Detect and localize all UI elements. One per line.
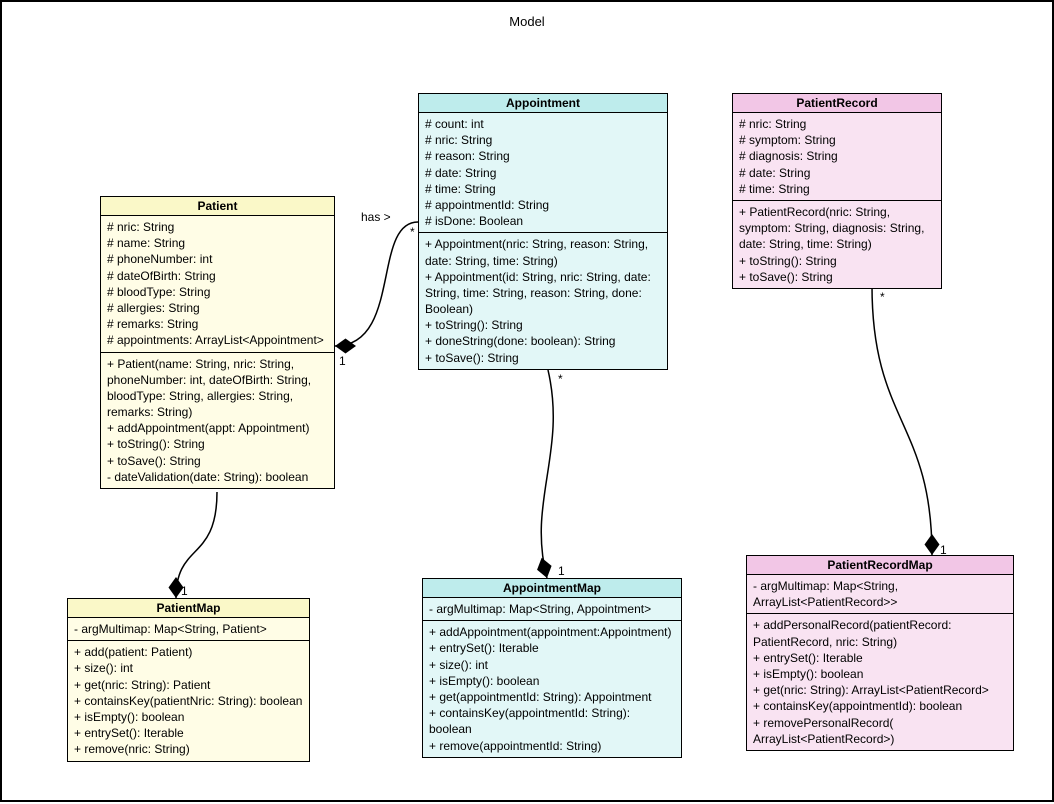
mult-star-1: * <box>410 225 415 239</box>
member-line: # symptom: String <box>739 132 935 148</box>
class-title: PatientRecord <box>733 94 941 113</box>
member-line: + Appointment(nric: String, reason: Stri… <box>425 236 661 268</box>
member-line: # dateOfBirth: String <box>107 268 328 284</box>
member-line: + containsKey(patientNric: String): bool… <box>74 693 303 709</box>
member-line: + toString(): String <box>107 436 328 452</box>
member-line: - argMultimap: Map<String, Patient> <box>74 621 303 637</box>
class-title: Patient <box>101 197 334 216</box>
class-methods: + Appointment(nric: String, reason: Stri… <box>419 233 667 369</box>
model-frame: Model has > * 1 * 1 * 1 * 1 Patient # nr… <box>0 0 1054 802</box>
member-line: + PatientRecord(nric: String, symptom: S… <box>739 204 935 253</box>
member-line: # diagnosis: String <box>739 148 935 164</box>
mult-one-2: 1 <box>181 584 188 598</box>
member-line: + size(): int <box>74 660 303 676</box>
class-attrs: # count: int# nric: String# reason: Stri… <box>419 113 667 233</box>
member-line: + entrySet(): Iterable <box>74 725 303 741</box>
member-line: - dateValidation(date: String): boolean <box>107 469 328 485</box>
member-line: + remove(appointmentId: String) <box>429 738 675 754</box>
member-line: + isEmpty(): boolean <box>74 709 303 725</box>
class-attrs: # nric: String# name: String# phoneNumbe… <box>101 216 334 353</box>
class-patient: Patient # nric: String# name: String# ph… <box>100 196 335 489</box>
member-line: # nric: String <box>425 132 661 148</box>
member-line: # appointmentId: String <box>425 197 661 213</box>
class-patientrecord: PatientRecord # nric: String# symptom: S… <box>732 93 942 289</box>
class-title: Appointment <box>419 94 667 113</box>
member-line: # nric: String <box>739 116 935 132</box>
class-title: PatientRecordMap <box>747 556 1013 575</box>
member-line: + isEmpty(): boolean <box>429 673 675 689</box>
member-line: + get(nric: String): ArrayList<PatientRe… <box>753 682 1007 698</box>
member-line: + isEmpty(): boolean <box>753 666 1007 682</box>
member-line: # reason: String <box>425 148 661 164</box>
member-line: + addAppointment(appointment:Appointment… <box>429 624 675 640</box>
member-line: # name: String <box>107 235 328 251</box>
member-line: + removePersonalRecord( ArrayList<Patien… <box>753 715 1007 747</box>
class-methods: + PatientRecord(nric: String, symptom: S… <box>733 201 941 288</box>
member-line: + entrySet(): Iterable <box>753 650 1007 666</box>
member-line: # date: String <box>739 165 935 181</box>
class-patientmap: PatientMap - argMultimap: Map<String, Pa… <box>67 598 310 762</box>
member-line: # remarks: String <box>107 316 328 332</box>
assoc-label-has: has > <box>361 210 391 224</box>
mult-star-4: * <box>880 290 885 304</box>
member-line: + addPersonalRecord(patientRecord: Patie… <box>753 617 1007 649</box>
class-attrs: - argMultimap: Map<String, Patient> <box>68 618 309 641</box>
member-line: + Patient(name: String, nric: String, ph… <box>107 356 328 421</box>
member-line: # allergies: String <box>107 300 328 316</box>
member-line: + get(nric: String): Patient <box>74 677 303 693</box>
class-methods: + add(patient: Patient)+ size(): int+ ge… <box>68 641 309 760</box>
member-line: + size(): int <box>429 657 675 673</box>
class-patientrecordmap: PatientRecordMap - argMultimap: Map<Stri… <box>746 555 1014 751</box>
member-line: + containsKey(appointmentId): boolean <box>753 698 1007 714</box>
mult-one-1: 1 <box>339 354 346 368</box>
member-line: # count: int <box>425 116 661 132</box>
class-methods: + addPersonalRecord(patientRecord: Patie… <box>747 614 1013 750</box>
member-line: # time: String <box>425 181 661 197</box>
member-line: + entrySet(): Iterable <box>429 640 675 656</box>
member-line: # date: String <box>425 165 661 181</box>
member-line: - argMultimap: Map<String, Appointment> <box>429 601 675 617</box>
member-line: # phoneNumber: int <box>107 251 328 267</box>
member-line: + toSave(): String <box>425 350 661 366</box>
member-line: + Appointment(id: String, nric: String, … <box>425 269 661 318</box>
class-attrs: - argMultimap: Map<String, ArrayList<Pat… <box>747 575 1013 614</box>
member-line: # appointments: ArrayList<Appointment> <box>107 332 328 348</box>
frame-title: Model <box>2 14 1052 29</box>
member-line: + toSave(): String <box>739 269 935 285</box>
member-line: # bloodType: String <box>107 284 328 300</box>
class-attrs: # nric: String# symptom: String# diagnos… <box>733 113 941 201</box>
class-attrs: - argMultimap: Map<String, Appointment> <box>423 598 681 621</box>
member-line: + toString(): String <box>739 253 935 269</box>
class-title: AppointmentMap <box>423 579 681 598</box>
member-line: + get(appointmentId: String): Appointmen… <box>429 689 675 705</box>
member-line: + remove(nric: String) <box>74 741 303 757</box>
member-line: # isDone: Boolean <box>425 213 661 229</box>
member-line: + add(patient: Patient) <box>74 644 303 660</box>
class-methods: + addAppointment(appointment:Appointment… <box>423 621 681 757</box>
member-line: + doneString(done: boolean): String <box>425 333 661 349</box>
mult-star-3: * <box>558 372 563 386</box>
member-line: + toSave(): String <box>107 453 328 469</box>
class-methods: + Patient(name: String, nric: String, ph… <box>101 353 334 489</box>
member-line: # time: String <box>739 181 935 197</box>
member-line: - argMultimap: Map<String, ArrayList<Pat… <box>753 578 1007 610</box>
class-appointment: Appointment # count: int# nric: String# … <box>418 93 668 370</box>
class-title: PatientMap <box>68 599 309 618</box>
member-line: + addAppointment(appt: Appointment) <box>107 420 328 436</box>
member-line: # nric: String <box>107 219 328 235</box>
member-line: + containsKey(appointmentId: String): bo… <box>429 705 675 737</box>
member-line: + toString(): String <box>425 317 661 333</box>
mult-one-3: 1 <box>558 564 565 578</box>
class-appointmentmap: AppointmentMap - argMultimap: Map<String… <box>422 578 682 758</box>
